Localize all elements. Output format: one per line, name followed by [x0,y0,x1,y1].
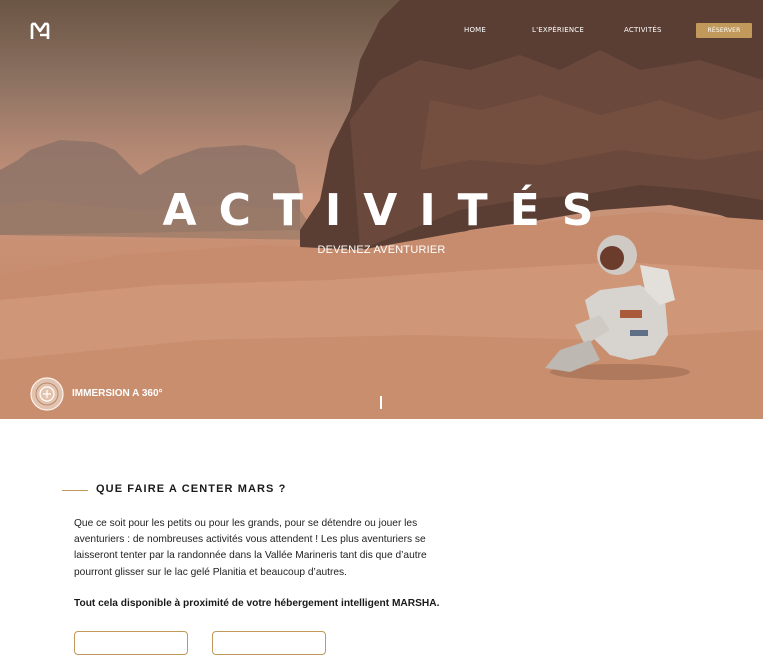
nav-experience[interactable]: L'EXPÉRIENCE [532,26,584,34]
section-description: Que ce soit pour les petits ou pour les … [74,518,427,578]
immersion-360-link[interactable]: IMMERSION A 360° [72,388,163,399]
activity-button-2[interactable] [212,631,326,655]
reserve-button[interactable]: RÉSERVER [696,23,752,38]
360-view-icon[interactable] [30,377,64,411]
section-title: QUE FAIRE A CENTER MARS ? [96,483,287,495]
scroll-indicator[interactable] [380,396,382,409]
hero-banner: HOME L'EXPÉRIENCE ACTIVITÉS RÉSERVER ACT… [0,0,763,419]
nav-activities[interactable]: ACTIVITÉS [624,26,662,34]
section-title-accent-line [62,490,88,491]
brand-logo-icon[interactable] [29,20,51,42]
section-highlight: Tout cela disponible à proximité de votr… [74,598,440,609]
nav-home[interactable]: HOME [464,26,486,34]
activity-button-1[interactable] [74,631,188,655]
page-title: ACTIVITÉS [162,185,616,236]
page-subtitle: DEVENEZ AVENTURIER [317,244,446,256]
